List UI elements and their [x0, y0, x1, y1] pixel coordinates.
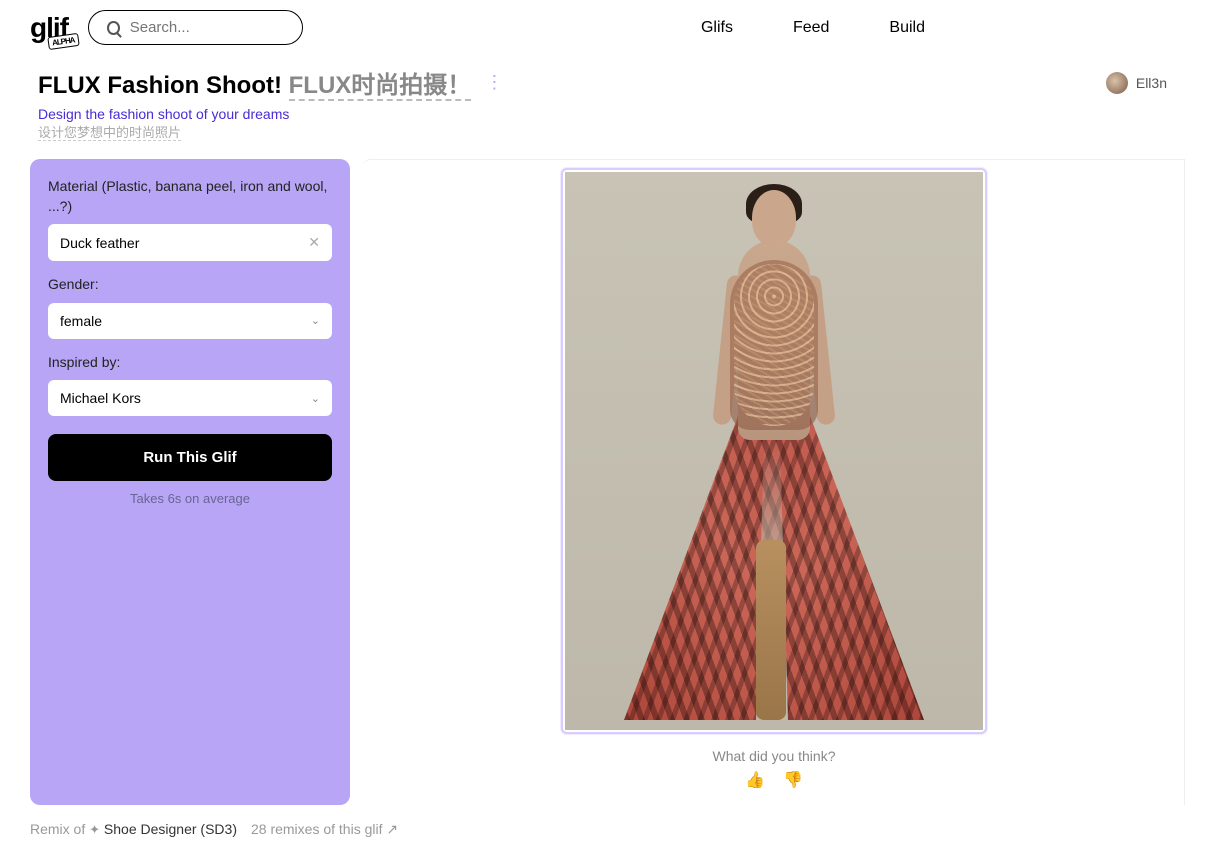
- subtitle: Design the fashion shoot of your dreams: [0, 100, 1215, 122]
- thumbs-down-icon[interactable]: 👎: [783, 770, 803, 790]
- logo[interactable]: glif ALPHA: [30, 12, 68, 44]
- search-icon: [107, 21, 120, 35]
- nav-glifs[interactable]: Glifs: [701, 19, 733, 37]
- feedback-prompt: What did you think?: [713, 748, 836, 764]
- subtitle-translation: 设计您梦想中的时尚照片: [0, 122, 1215, 153]
- inspired-select[interactable]: Michael Kors ⌄: [48, 380, 332, 416]
- output-panel: What did you think? 👍 👎: [364, 159, 1185, 805]
- gender-select[interactable]: female ⌄: [48, 303, 332, 339]
- sparkle-icon: ✦: [89, 822, 100, 837]
- remixes-link[interactable]: 28 remixes of this glif ↗: [251, 821, 398, 838]
- chevron-down-icon: ⌄: [311, 314, 320, 327]
- search-box[interactable]: [88, 10, 303, 45]
- nav-feed[interactable]: Feed: [793, 19, 829, 37]
- more-menu-icon[interactable]: ⋮: [485, 78, 503, 87]
- inspired-label: Inspired by:: [48, 353, 332, 373]
- run-button[interactable]: Run This Glif: [48, 434, 332, 481]
- username: Ell3n: [1136, 75, 1167, 91]
- thumbs-up-icon[interactable]: 👍: [745, 770, 765, 790]
- material-label: Material (Plastic, banana peel, iron and…: [48, 177, 332, 216]
- remix-source[interactable]: Remix of ✦ Shoe Designer (SD3): [30, 821, 237, 838]
- avatar: [1106, 72, 1128, 94]
- gender-label: Gender:: [48, 275, 332, 295]
- input-panel: Material (Plastic, banana peel, iron and…: [30, 159, 350, 805]
- title-translation: FLUX时尚拍摄！: [289, 72, 472, 101]
- generated-image-frame[interactable]: [561, 168, 987, 734]
- search-input[interactable]: [130, 19, 284, 36]
- clear-icon[interactable]: ✕: [308, 234, 320, 251]
- page-title: FLUX Fashion Shoot! FLUX时尚拍摄！: [38, 65, 471, 100]
- generated-image: [565, 172, 983, 730]
- material-input[interactable]: Duck feather ✕: [48, 224, 332, 261]
- avg-time-text: Takes 6s on average: [48, 491, 332, 506]
- nav-build[interactable]: Build: [889, 19, 925, 37]
- user-chip[interactable]: Ell3n: [1106, 72, 1177, 94]
- chevron-down-icon: ⌄: [311, 392, 320, 405]
